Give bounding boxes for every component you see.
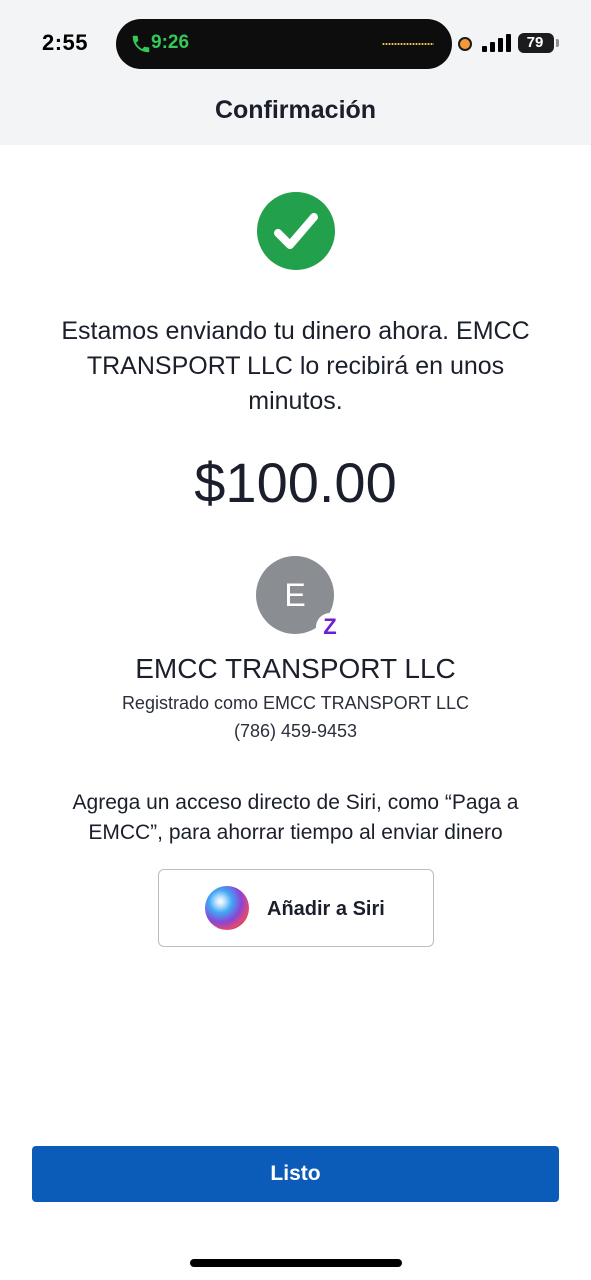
registered-as: Registrado como EMCC TRANSPORT LLC (121, 693, 470, 713)
status-time: 2:55 (42, 30, 89, 55)
page-title: Confirmación (214, 96, 377, 124)
battery-cap (556, 39, 559, 47)
battery-icon: 79 (518, 33, 554, 53)
audio-waveform-icon (382, 43, 434, 45)
home-indicator[interactable] (190, 1259, 402, 1267)
phone-icon (132, 35, 150, 53)
zelle-badge-icon: Z (316, 613, 344, 641)
recipient-phone: (786) 459-9453 (233, 721, 358, 741)
done-button[interactable]: Listo (32, 1146, 559, 1202)
zelle-glyph: Z (323, 614, 337, 639)
add-to-siri-button[interactable]: Añadir a Siri (158, 869, 434, 947)
battery-level: 79 (526, 34, 544, 51)
siri-icon (205, 886, 249, 930)
top-area: 2:55 9:26 79 Confirmación (0, 0, 591, 145)
recording-dot-icon (458, 37, 472, 51)
success-check-icon (257, 192, 335, 270)
recipient-name: EMCC TRANSPORT LLC (135, 653, 456, 684)
confirmation-message: Estamos enviando tu dinero ahora. EMCC T… (61, 317, 530, 415)
dynamic-island-call[interactable]: 9:26 (116, 19, 452, 69)
add-to-siri-label: Añadir a Siri (267, 898, 385, 920)
amount: $100.00 (194, 451, 397, 514)
siri-prompt: Agrega un acceso directo de Siri, como “… (72, 791, 519, 844)
done-label: Listo (270, 1162, 321, 1185)
call-duration: 9:26 (151, 32, 190, 53)
signal-icon (482, 34, 512, 52)
